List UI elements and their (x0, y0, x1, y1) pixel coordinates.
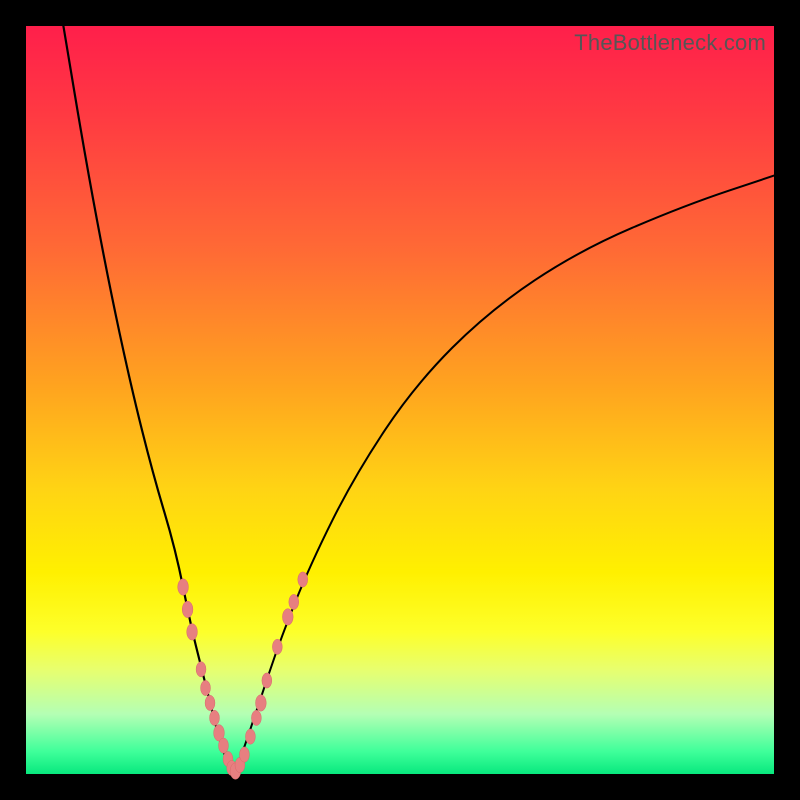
marker-dot (178, 579, 189, 596)
marker-dot (196, 662, 206, 677)
marker-dot (282, 609, 293, 626)
marker-dot (256, 695, 267, 712)
marker-dot (210, 710, 220, 725)
curve-layer (26, 26, 774, 774)
right-branch-path (234, 176, 774, 774)
marker-dot (251, 710, 261, 725)
chart-frame: TheBottleneck.com (0, 0, 800, 800)
marker-dot (262, 673, 272, 688)
marker-dot (245, 729, 255, 744)
plot-area: TheBottleneck.com (26, 26, 774, 774)
marker-group (178, 572, 308, 779)
left-branch-path (63, 26, 234, 774)
marker-dot (272, 639, 282, 654)
marker-dot (187, 624, 198, 641)
marker-dot (298, 572, 308, 587)
marker-dot (219, 738, 229, 753)
marker-dot (289, 594, 299, 609)
marker-dot (205, 695, 215, 710)
marker-dot (239, 747, 249, 762)
marker-dot (201, 680, 211, 695)
marker-dot (182, 601, 193, 618)
